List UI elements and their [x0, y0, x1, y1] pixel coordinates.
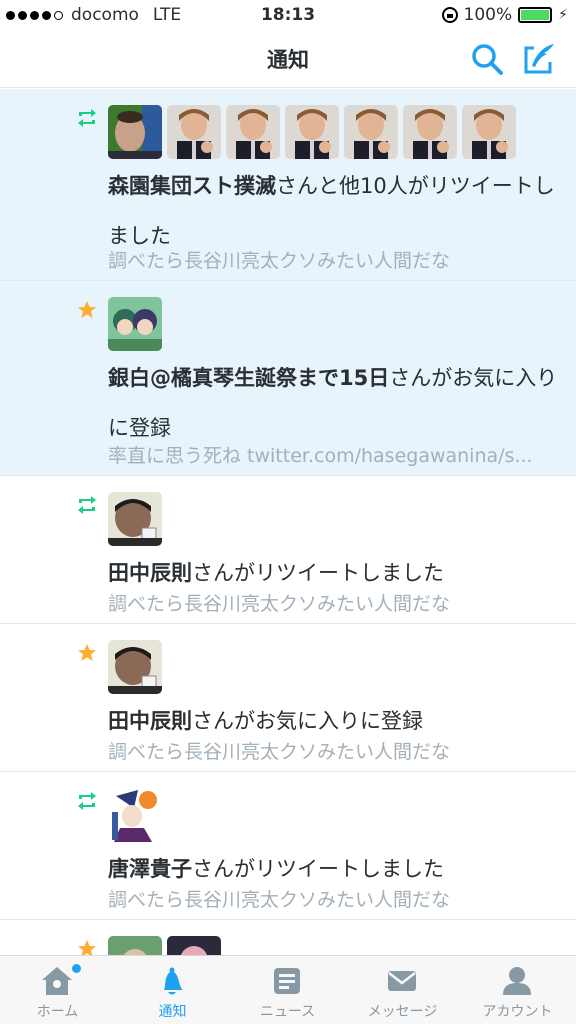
compose-tweet-icon[interactable] — [520, 40, 558, 78]
avatar[interactable] — [108, 788, 162, 842]
tab-messages[interactable]: メッセージ — [345, 956, 460, 1024]
notification-text: 銀白@橘真琴生誕祭まで15日さんがお気に入りに登録 — [108, 353, 558, 453]
avatar[interactable] — [108, 297, 162, 351]
charging-bolt-icon: ⚡ — [558, 7, 568, 23]
tweet-preview[interactable]: 調べたら長谷川亮太クソみたい人間だな — [108, 246, 558, 273]
notification-item[interactable]: 田中辰則さんがお気に入りに登録 調べたら長谷川亮太クソみたい人間だな — [0, 624, 576, 772]
avatar[interactable] — [462, 105, 516, 159]
retweet-icon — [78, 496, 96, 514]
avatar[interactable] — [344, 105, 398, 159]
notification-item[interactable]: 森園集団スト撲滅さんと他10人がリツイートしました 調べたら長谷川亮太クソみたい… — [0, 89, 576, 281]
avatar-group — [108, 936, 221, 955]
tweet-preview[interactable]: 調べたら長谷川亮太クソみたい人間だな — [108, 737, 558, 764]
notification-action: さんがリツイートしました — [192, 857, 444, 881]
battery-percent: 100% — [463, 5, 513, 25]
user-name[interactable]: 田中辰則 — [108, 561, 192, 585]
user-name[interactable]: 銀白@橘真琴生誕祭まで15日 — [108, 366, 389, 390]
avatar[interactable] — [108, 105, 162, 159]
notification-action: さんがお気に入りに登録 — [192, 709, 423, 733]
tweet-preview[interactable]: 率直に思う死ね twitter.com/hasegawanina/s... — [108, 441, 558, 468]
envelope-icon — [388, 971, 416, 991]
tab-label: ニュース — [259, 1004, 316, 1020]
retweet-icon — [78, 792, 96, 810]
avatar[interactable] — [167, 936, 221, 955]
battery-icon — [518, 7, 553, 23]
star-icon — [78, 301, 96, 318]
tab-label: 通知 — [158, 1004, 187, 1020]
star-icon — [78, 940, 96, 955]
user-name[interactable]: 森園集団スト撲滅 — [108, 174, 276, 198]
status-right-group: 100% ⚡ — [441, 5, 568, 25]
tweet-preview[interactable]: 調べたら長谷川亮太クソみたい人間だな — [108, 885, 558, 912]
notification-item[interactable] — [0, 920, 576, 955]
tab-label: アカウント — [482, 1004, 553, 1020]
avatar-group — [108, 640, 162, 694]
notification-item[interactable]: 銀白@橘真琴生誕祭まで15日さんがお気に入りに登録 率直に思う死ね twitte… — [0, 281, 576, 476]
tab-notifications[interactable]: 通知 — [115, 956, 230, 1024]
avatar[interactable] — [285, 105, 339, 159]
rotation-lock-icon — [441, 7, 458, 23]
avatar-group — [108, 297, 162, 351]
person-icon — [503, 967, 531, 995]
tab-label: ホーム — [36, 1004, 79, 1020]
status-bar: docomo LTE 18:13 100% ⚡ — [0, 0, 576, 30]
avatar-group — [108, 105, 516, 159]
user-name[interactable]: 唐澤貴子 — [108, 857, 192, 881]
news-icon — [274, 968, 300, 994]
notification-item[interactable]: 田中辰則さんがリツイートしました 調べたら長谷川亮太クソみたい人間だな — [0, 476, 576, 624]
avatar[interactable] — [403, 105, 457, 159]
tab-bar: ホーム 通知 ニュース メッセージ アカウント — [0, 955, 576, 1024]
user-name[interactable]: 田中辰則 — [108, 709, 192, 733]
retweet-icon — [78, 109, 96, 127]
avatar[interactable] — [167, 105, 221, 159]
avatar[interactable] — [108, 936, 162, 955]
star-icon — [78, 644, 96, 661]
avatar-group — [108, 492, 162, 546]
search-icon[interactable] — [470, 42, 504, 76]
notifications-feed[interactable]: 森園集団スト撲滅さんと他10人がリツイートしました 調べたら長谷川亮太クソみたい… — [0, 89, 576, 955]
bell-icon — [164, 967, 183, 995]
home-icon — [42, 967, 72, 995]
tab-label: メッセージ — [367, 1004, 438, 1020]
avatar[interactable] — [108, 640, 162, 694]
tab-home[interactable]: ホーム — [0, 956, 115, 1024]
avatar-group — [108, 788, 162, 842]
navigation-bar: 通知 — [0, 30, 576, 88]
tab-news[interactable]: ニュース — [230, 956, 345, 1024]
avatar[interactable] — [226, 105, 280, 159]
avatar[interactable] — [108, 492, 162, 546]
notification-action: さんがリツイートしました — [192, 561, 444, 585]
notification-item[interactable]: 唐澤貴子さんがリツイートしました 調べたら長谷川亮太クソみたい人間だな — [0, 772, 576, 920]
new-tweets-indicator — [72, 964, 81, 973]
tab-account[interactable]: アカウント — [460, 956, 575, 1024]
tweet-preview[interactable]: 調べたら長谷川亮太クソみたい人間だな — [108, 589, 558, 616]
